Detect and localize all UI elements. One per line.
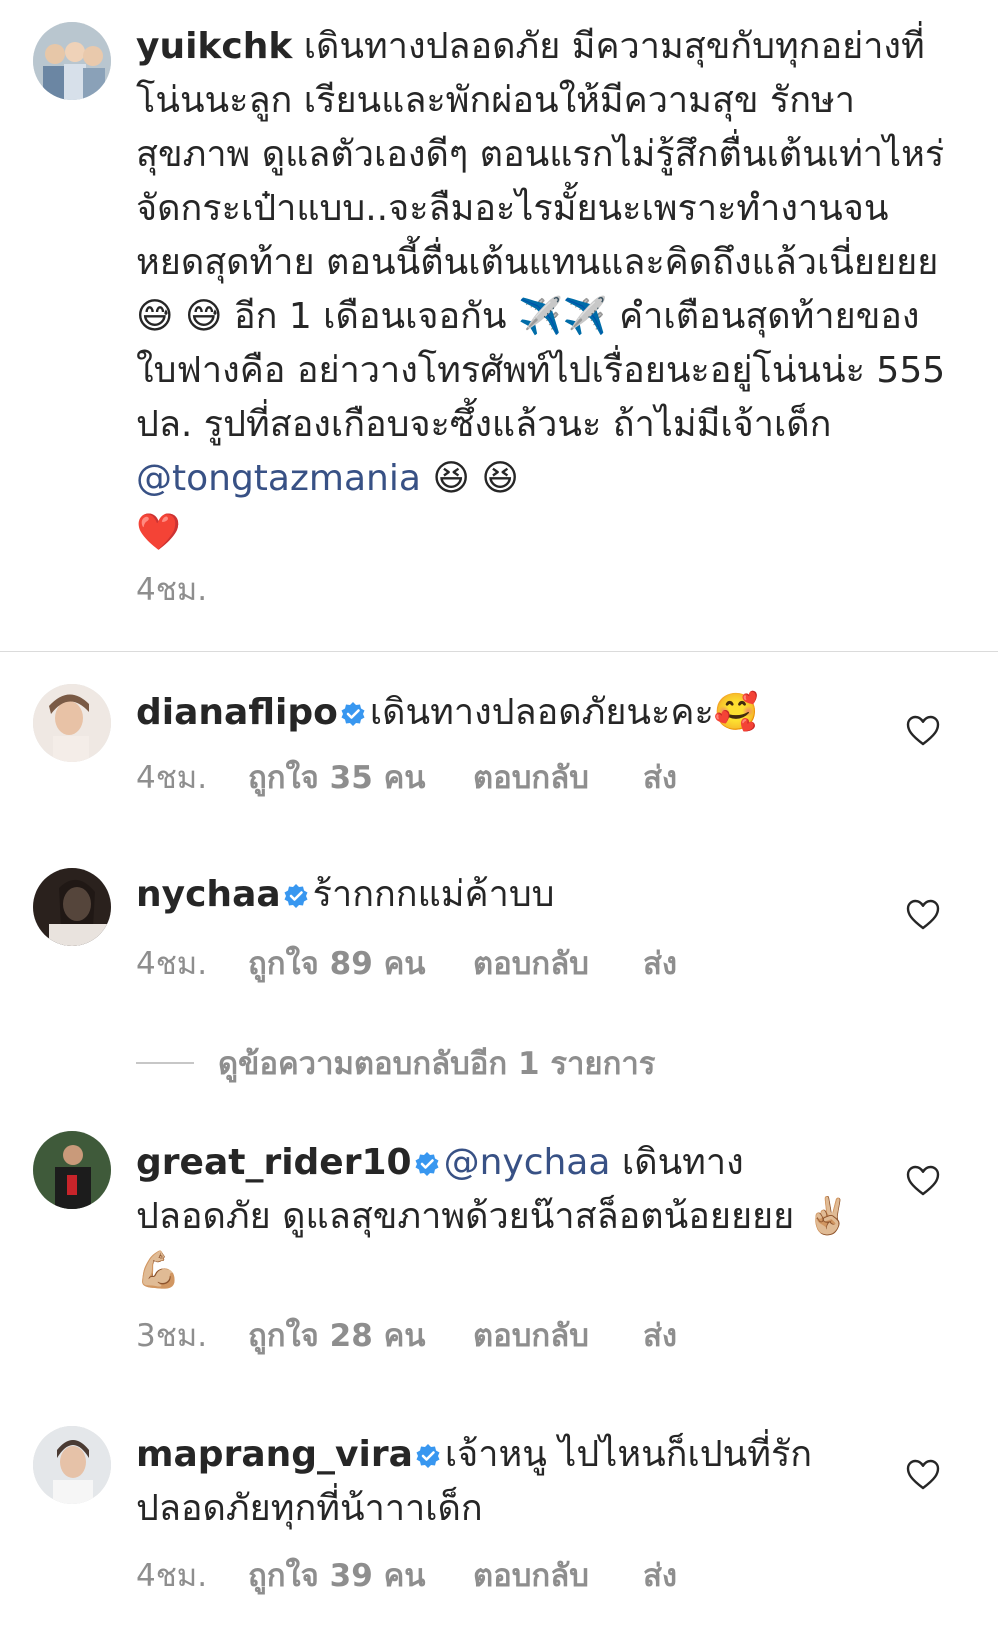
comment-meta: 3ชม. ถูกใจ 28 คน ตอบกลับ ส่ง — [136, 1310, 677, 1360]
view-replies-label: ดูข้อความตอบกลับอีก 1 รายการ — [218, 1046, 656, 1082]
caption-username[interactable]: yuikchk — [136, 26, 292, 67]
verified-badge-icon — [283, 883, 309, 909]
comment-meta: 4ชม. ถูกใจ 35 คน ตอบกลับ ส่ง — [136, 752, 677, 802]
laughing-emoji: 😆 😆 — [432, 458, 519, 499]
like-heart-icon[interactable] — [905, 1163, 941, 1199]
caption-text: yuikchk เดินทางปลอดภัย มีความสุขกับทุกอย… — [136, 20, 948, 560]
comment-text: great_rider10 @nychaa เดินทางปลอดภัย ดูแล… — [136, 1136, 856, 1298]
comment-body: เดินทางปลอดภัยนะคะ — [369, 692, 714, 733]
verified-badge-icon — [340, 701, 366, 727]
reply-button[interactable]: ตอบกลับ — [473, 1310, 643, 1360]
avatar-maprang-vira[interactable] — [33, 1426, 111, 1504]
comment-timestamp: 4ชม. — [136, 1558, 208, 1594]
comment-meta: 4ชม. ถูกใจ 39 คน ตอบกลับ ส่ง — [136, 1550, 677, 1600]
verified-badge-icon — [415, 1443, 441, 1469]
smiling-hearts-emoji: 🥰 — [713, 692, 759, 733]
likes-count-link[interactable]: ถูกใจ 28 คน — [248, 1310, 473, 1360]
reply-button[interactable]: ตอบกลับ — [473, 938, 643, 988]
divider — [0, 651, 998, 652]
comment-timestamp: 3ชม. — [136, 1318, 208, 1354]
likes-count-link[interactable]: ถูกใจ 89 คน — [248, 938, 473, 988]
caption-body-2: อีก 1 เดือนเจอกัน — [233, 296, 507, 337]
comment-username[interactable]: dianaflipo — [136, 692, 338, 733]
comment-username[interactable]: maprang_vira — [136, 1434, 413, 1475]
reply-button[interactable]: ตอบกลับ — [473, 752, 643, 802]
view-replies-line — [136, 1062, 194, 1064]
profile-photo-icon — [33, 684, 111, 762]
send-button[interactable]: ส่ง — [643, 1310, 677, 1360]
profile-photo-icon — [33, 868, 111, 946]
avatar-yuikchk[interactable] — [33, 22, 111, 100]
comment-body: ร้ากกกแม่ค้าบบ — [312, 874, 555, 915]
send-button[interactable]: ส่ง — [643, 938, 677, 988]
comment-username[interactable]: great_rider10 — [136, 1142, 412, 1183]
family-photo-icon — [33, 22, 111, 100]
comment-text: nychaa ร้ากกกแม่ค้าบบ — [136, 868, 856, 922]
likes-count-link[interactable]: ถูกใจ 35 คน — [248, 752, 473, 802]
likes-count-link[interactable]: ถูกใจ 39 คน — [248, 1550, 473, 1600]
comment-meta: 4ชม. ถูกใจ 89 คน ตอบกลับ ส่ง — [136, 938, 677, 988]
airplane-emoji: ✈️✈️ — [517, 296, 608, 337]
comment-mention[interactable]: @nychaa — [444, 1142, 611, 1183]
comment-text: maprang_vira เจ้าหนู ไปไหนก็เปนที่รักปลอด… — [136, 1428, 856, 1536]
comment-text: dianaflipo เดินทางปลอดภัยนะคะ🥰 — [136, 686, 856, 740]
verified-badge-icon — [414, 1151, 440, 1177]
like-heart-icon[interactable] — [905, 897, 941, 933]
reply-button[interactable]: ตอบกลับ — [473, 1550, 643, 1600]
send-button[interactable]: ส่ง — [643, 1550, 677, 1600]
comment-timestamp: 4ชม. — [136, 760, 208, 796]
caption-timestamp: 4ชม. — [136, 572, 208, 608]
view-replies-button[interactable]: ดูข้อความตอบกลับอีก 1 รายการ — [136, 1038, 655, 1088]
caption-meta: 4ชม. — [136, 564, 248, 614]
comment-username[interactable]: nychaa — [136, 874, 281, 915]
caption-mention[interactable]: @tongtazmania — [136, 458, 421, 499]
red-heart-emoji: ❤️ — [136, 512, 181, 553]
profile-photo-icon — [33, 1131, 111, 1209]
send-button[interactable]: ส่ง — [643, 752, 677, 802]
avatar-great-rider10[interactable] — [33, 1131, 111, 1209]
sweat-smile-emoji: 😅 😅 — [136, 296, 223, 337]
avatar-nychaa[interactable] — [33, 868, 111, 946]
like-heart-icon[interactable] — [905, 1457, 941, 1493]
profile-photo-icon — [33, 1426, 111, 1504]
like-heart-icon[interactable] — [905, 713, 941, 749]
avatar-dianaflipo[interactable] — [33, 684, 111, 762]
comment-timestamp: 4ชม. — [136, 946, 208, 982]
